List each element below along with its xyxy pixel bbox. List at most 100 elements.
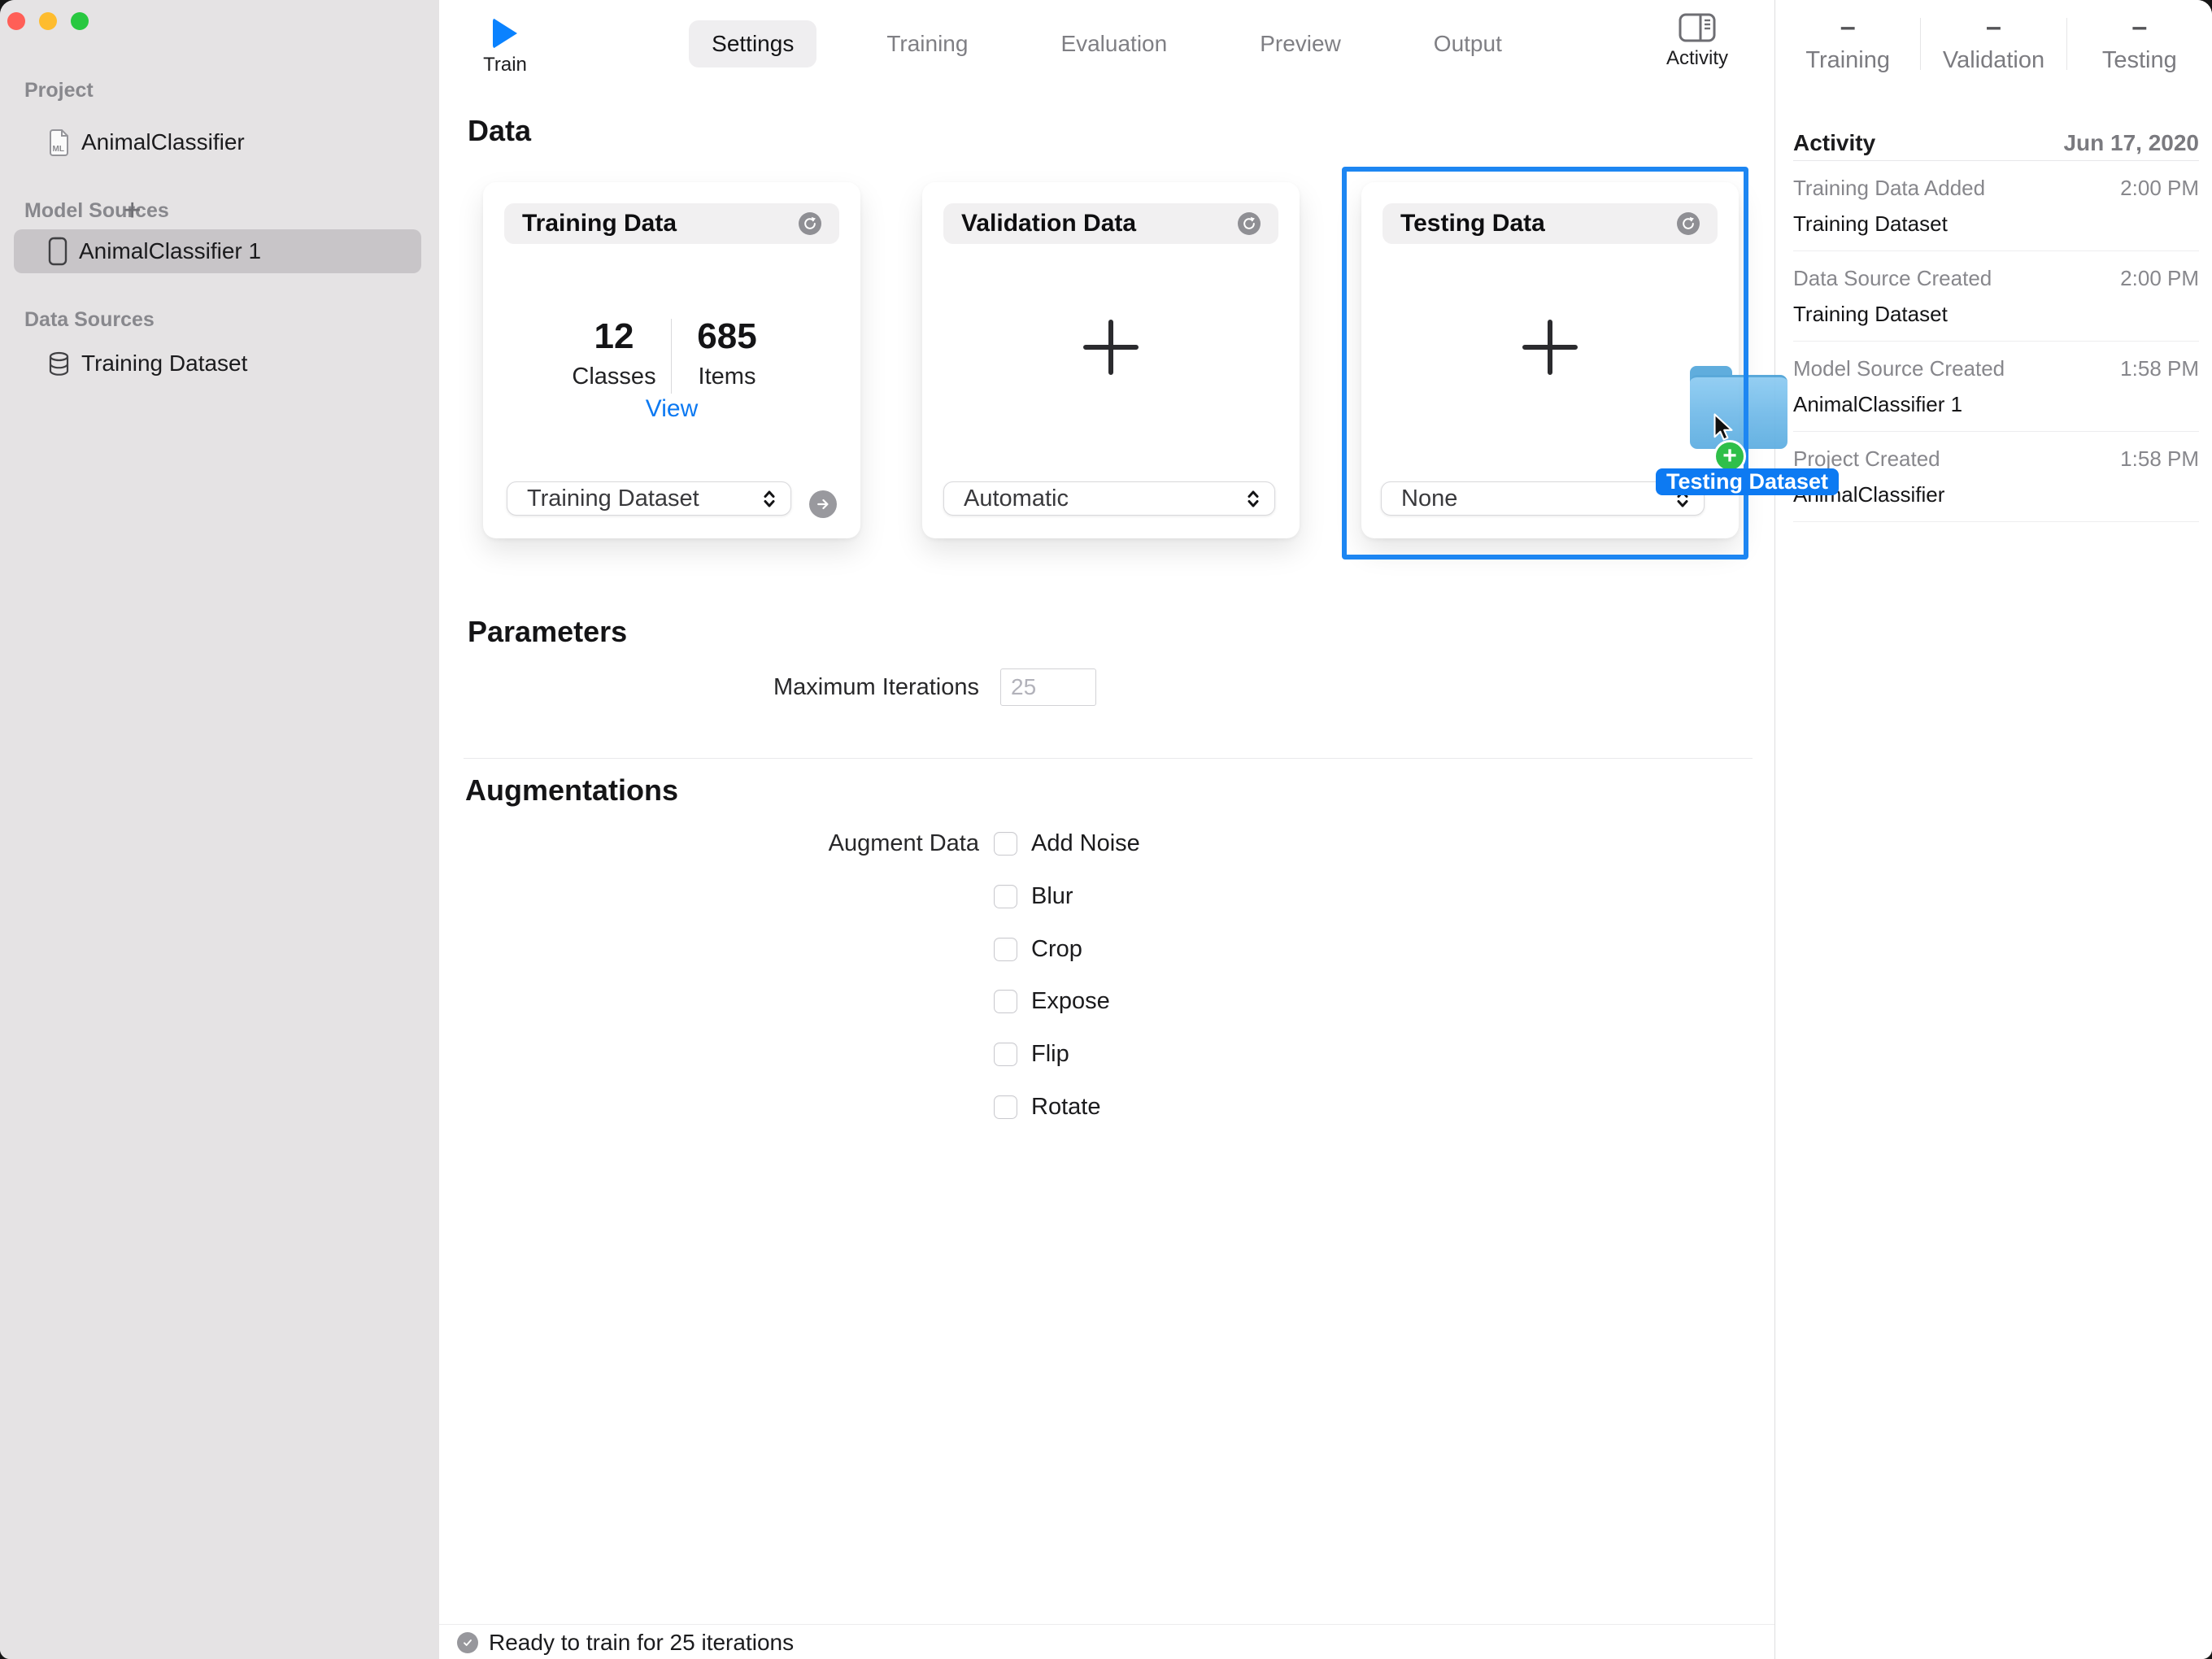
card-title: Validation Data: [961, 210, 1137, 237]
activity-header-title: Activity: [1793, 130, 1876, 155]
event-subject: AnimalClassifier 1: [1793, 392, 1963, 416]
add-testing-data-target[interactable]: [1522, 319, 1578, 380]
tab-settings[interactable]: Settings: [689, 20, 817, 67]
activity-event-list: Training Data Added 2:00 PM Training Dat…: [1793, 160, 2199, 522]
classes-stat: 12 Classes: [565, 316, 663, 390]
stat-divider: [671, 319, 672, 394]
activity-panel: – Training – Validation – Testing Activi…: [1774, 0, 2212, 1659]
status-bar-divider: [439, 1624, 1774, 1625]
training-stat-value: –: [1840, 11, 1856, 42]
tab-output[interactable]: Output: [1411, 20, 1525, 67]
plus-icon: [1083, 320, 1139, 375]
add-model-source-button[interactable]: +: [124, 195, 142, 226]
refresh-icon[interactable]: [1238, 212, 1261, 235]
event-subject: AnimalClassifier: [1793, 482, 1945, 507]
augment-option-blur: Blur: [994, 883, 1073, 909]
event-title: Data Source Created: [1793, 266, 1992, 290]
event-subject: Training Dataset: [1793, 211, 1948, 236]
close-window-button[interactable]: [7, 12, 25, 30]
activity-event: Project Created 1:58 PM AnimalClassifier: [1793, 432, 2199, 522]
minimize-window-button[interactable]: [39, 12, 57, 30]
dropdown-value: Training Dataset: [527, 485, 699, 512]
checkmark-icon: [457, 1632, 478, 1653]
checkbox-label: Flip: [1031, 1040, 1069, 1067]
validation-data-header: Validation Data: [943, 203, 1278, 244]
training-data-header: Training Data: [504, 203, 839, 244]
sidebar-item-model-animalclassifier-1[interactable]: AnimalClassifier 1: [14, 229, 421, 273]
checkbox-label: Rotate: [1031, 1093, 1101, 1120]
training-data-source-dropdown[interactable]: Training Dataset: [507, 481, 791, 516]
checkbox-label: Expose: [1031, 987, 1110, 1014]
sidebar-item-project-animalclassifier[interactable]: ML AnimalClassifier: [14, 120, 421, 164]
augment-option-flip: Flip: [994, 1040, 1069, 1067]
activity-button-label: Activity: [1666, 47, 1728, 69]
event-time: 1:58 PM: [2120, 446, 2199, 471]
event-time: 2:00 PM: [2120, 176, 2199, 200]
testing-data-header: Testing Data: [1382, 203, 1718, 244]
refresh-icon[interactable]: [1677, 212, 1700, 235]
augment-data-label: Augment Data: [828, 830, 979, 856]
data-section-title: Data: [468, 114, 532, 147]
chevron-up-down-icon: [1248, 490, 1259, 507]
event-title: Training Data Added: [1793, 176, 1986, 200]
add-validation-data-target[interactable]: [1082, 319, 1139, 380]
tab-evaluation[interactable]: Evaluation: [1038, 20, 1190, 67]
validation-stat-label: Validation: [1942, 47, 2045, 73]
main-content: Train Settings Training Evaluation Previ…: [439, 0, 1774, 1659]
activity-event: Training Data Added 2:00 PM Training Dat…: [1793, 161, 2199, 251]
crop-checkbox[interactable]: [994, 937, 1017, 961]
status-message: Ready to train for 25 iterations: [489, 1630, 795, 1655]
mouse-cursor-icon: [1713, 413, 1733, 441]
open-data-source-button[interactable]: [809, 490, 837, 518]
arrow-right-icon: [817, 499, 829, 510]
dropdown-value: None: [1401, 485, 1458, 512]
activity-toggle-button[interactable]: Activity: [1652, 13, 1742, 70]
augment-option-rotate: Rotate: [994, 1093, 1101, 1120]
flip-checkbox[interactable]: [994, 1042, 1017, 1066]
tab-bar: Settings Training Evaluation Preview Out…: [439, 0, 1774, 87]
refresh-icon[interactable]: [799, 212, 821, 235]
rotate-checkbox[interactable]: [994, 1095, 1017, 1119]
drag-add-badge: +: [1713, 440, 1746, 472]
sidebar-item-label: Training Dataset: [81, 351, 248, 376]
testing-stat: – Testing: [2067, 13, 2212, 74]
checkbox-label: Add Noise: [1031, 830, 1140, 856]
activity-event: Model Source Created 1:58 PM AnimalClass…: [1793, 342, 2199, 432]
dragged-folder-icon[interactable]: [1690, 366, 1787, 449]
chevron-up-down-icon: [764, 490, 775, 507]
validation-data-source-dropdown[interactable]: Automatic: [943, 481, 1275, 516]
max-iterations-input[interactable]: 25: [1000, 668, 1096, 706]
view-link[interactable]: View: [483, 395, 860, 423]
card-title: Testing Data: [1400, 210, 1545, 237]
tab-preview[interactable]: Preview: [1237, 20, 1364, 67]
sidebar-section-model-sources: Model Sources +: [24, 194, 169, 228]
sidebar-section-project: Project: [24, 79, 94, 102]
svg-text:ML: ML: [53, 145, 64, 154]
training-data-card: Training Data 12 Classes 685 Items View …: [483, 182, 860, 538]
validation-data-card: Validation Data Automatic: [922, 182, 1300, 538]
expose-checkbox[interactable]: [994, 989, 1017, 1013]
activity-panel-icon: [1679, 13, 1716, 42]
parameters-section-title: Parameters: [468, 615, 628, 648]
blur-checkbox[interactable]: [994, 884, 1017, 908]
checkbox-label: Crop: [1031, 935, 1082, 962]
training-stat: – Training: [1775, 13, 1920, 74]
window-controls: [7, 12, 89, 30]
augment-option-crop: Crop: [994, 935, 1082, 962]
zoom-window-button[interactable]: [71, 12, 89, 30]
items-value: 685: [697, 316, 757, 356]
database-icon: [49, 351, 69, 376]
add-noise-checkbox[interactable]: [994, 831, 1017, 856]
create-ml-window: Project ML AnimalClassifier Model Source…: [0, 0, 2212, 1659]
sidebar-item-label: AnimalClassifier: [81, 129, 245, 155]
classes-value: 12: [594, 316, 634, 356]
sidebar-item-training-dataset[interactable]: Training Dataset: [14, 342, 421, 385]
validation-stat: – Validation: [1921, 13, 2066, 74]
sidebar-item-label: AnimalClassifier 1: [79, 238, 262, 263]
tab-training[interactable]: Training: [864, 20, 991, 67]
drag-item-label: Testing Dataset: [1656, 468, 1840, 495]
augmentations-section-title: Augmentations: [465, 773, 679, 807]
augment-option-add-noise: Add Noise: [994, 830, 1140, 856]
activity-header-date: Jun 17, 2020: [2063, 130, 2199, 155]
training-stat-label: Training: [1805, 47, 1891, 73]
